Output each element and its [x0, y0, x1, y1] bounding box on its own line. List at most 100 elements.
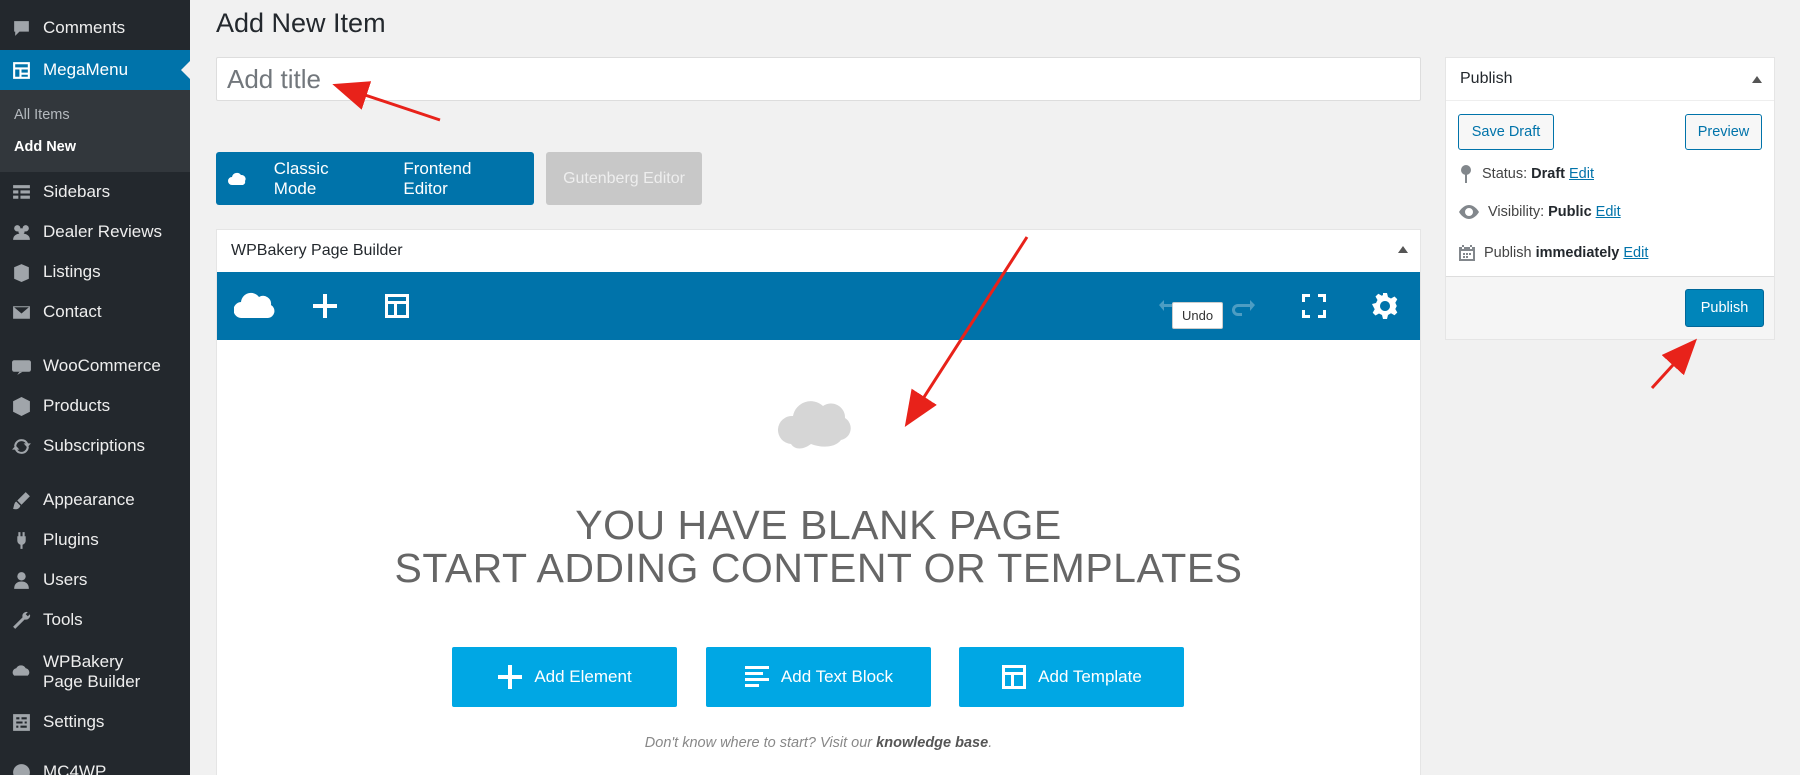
sidebar-item-label: Subscriptions: [43, 436, 146, 455]
blank-page-subheading: START ADDING CONTENT OR TEMPLATES: [394, 545, 1243, 591]
sidebar-item-label: Contact: [43, 302, 102, 321]
wpbakery-panel-title: WPBakery Page Builder: [231, 242, 403, 259]
sidebar-item-woocommerce[interactable]: WooCommerce: [0, 346, 190, 386]
mc4wp-icon: [10, 761, 32, 775]
sidebar-item-megamenu[interactable]: MegaMenu: [0, 50, 190, 90]
publish-box: Publish Save Draft Preview Status: Draft E…: [1445, 57, 1775, 340]
sidebar-item-label: MegaMenu: [43, 60, 129, 79]
publish-button[interactable]: Publish: [1685, 289, 1764, 327]
status-label: Status:: [1482, 166, 1528, 182]
status-row: Status: Draft Edit: [1458, 164, 1594, 184]
undo-tooltip: Undo: [1172, 302, 1224, 329]
publish-box-title: Publish: [1460, 70, 1513, 87]
user-icon: [10, 569, 32, 591]
add-template-button[interactable]: Add Template: [959, 647, 1184, 707]
people-icon: [10, 221, 32, 243]
fullscreen-icon[interactable]: [1294, 272, 1334, 340]
gutenberg-editor-button[interactable]: Gutenberg Editor: [546, 152, 702, 205]
wpb-mode-group: Classic Mode Frontend Editor: [216, 152, 534, 205]
sidebar-item-settings[interactable]: Settings: [0, 702, 190, 742]
megamenu-submenu: All Items Add New: [0, 90, 190, 172]
woocommerce-icon: [10, 355, 32, 377]
wpbakery-cloud-icon[interactable]: [233, 272, 277, 340]
add-element-label: Add Element: [534, 667, 632, 686]
text-block-icon: [744, 666, 769, 687]
comment-icon: [10, 17, 32, 39]
annotation-arrow-publish: [1650, 338, 1698, 390]
template-icon: [1002, 665, 1027, 689]
plus-icon: [498, 665, 523, 689]
sidebar-item-label: Dealer Reviews: [43, 222, 163, 241]
kb-suffix: .: [988, 735, 993, 751]
sidebar-item-sidebars[interactable]: Sidebars: [0, 172, 190, 212]
submenu-add-new[interactable]: Add New: [14, 139, 76, 155]
visibility-value: Public: [1548, 204, 1592, 220]
collapse-arrow-icon[interactable]: [1398, 246, 1408, 253]
sidebar-item-products[interactable]: Products: [0, 386, 190, 426]
sidebar-item-label: Comments: [43, 18, 126, 37]
visibility-row: Visibility: Public Edit: [1458, 204, 1621, 220]
sidebar-item-dealer-reviews[interactable]: Dealer Reviews: [0, 212, 190, 252]
listings-icon: [10, 261, 32, 283]
add-element-plus-icon[interactable]: [305, 272, 345, 340]
sidebar-item-label: Plugins: [43, 530, 99, 549]
publish-time-value: immediately: [1535, 245, 1620, 261]
editor-mode-bar: Classic Mode Frontend Editor Gutenberg E…: [216, 152, 702, 205]
publish-time-edit-link[interactable]: Edit: [1623, 245, 1648, 261]
templates-icon[interactable]: [377, 272, 417, 340]
sidebar-item-users[interactable]: Users: [0, 560, 190, 600]
preview-button[interactable]: Preview: [1685, 114, 1762, 150]
frontend-editor-button[interactable]: Frontend Editor: [389, 159, 534, 199]
sidebar-item-label: Appearance: [43, 490, 135, 509]
sidebar-item-contact[interactable]: Contact: [0, 292, 190, 332]
status-value: Draft: [1531, 166, 1565, 182]
sidebar-item-tools[interactable]: Tools: [0, 600, 190, 640]
eye-icon: [1459, 205, 1479, 219]
sidebar-item-subscriptions[interactable]: Subscriptions: [0, 426, 190, 466]
kb-prefix: Don't know where to start? Visit our: [644, 735, 877, 751]
wpbakery-icon: [10, 661, 32, 683]
redo-icon[interactable]: [1222, 272, 1262, 340]
submenu-all-items[interactable]: All Items: [14, 107, 70, 123]
sidebar-item-appearance[interactable]: Appearance: [0, 480, 190, 520]
box-icon: [10, 395, 32, 417]
sidebar-item-comments[interactable]: Comments: [0, 8, 190, 48]
refresh-icon: [10, 435, 32, 457]
add-text-block-button[interactable]: Add Text Block: [706, 647, 931, 707]
page-title: Add New Item: [216, 8, 386, 38]
add-element-button[interactable]: Add Element: [452, 647, 677, 707]
sidebar-item-label: Settings: [43, 712, 105, 731]
status-edit-link[interactable]: Edit: [1569, 166, 1594, 182]
add-text-block-label: Add Text Block: [780, 667, 894, 686]
sidebar-item-listings[interactable]: Listings: [0, 252, 190, 292]
sidebar-item-label: Users: [43, 570, 88, 589]
save-draft-button[interactable]: Save Draft: [1458, 114, 1554, 150]
knowledge-base-link[interactable]: knowledge base: [876, 735, 988, 751]
admin-sidebar: Comments MegaMenu All Items Add New Side…: [0, 0, 190, 775]
sidebar-item-mc4wp[interactable]: MC4WP: [0, 752, 190, 775]
sidebar-item-label: Sidebars: [43, 182, 111, 201]
sidebar-item-label: WPBakery Page Builder: [43, 652, 141, 691]
title-input[interactable]: [216, 57, 1421, 101]
sidebars-icon: [10, 181, 32, 203]
add-template-label: Add Template: [1038, 667, 1142, 686]
sidebar-item-wpbakery[interactable]: WPBakery Page Builder: [0, 650, 190, 694]
sidebar-item-label: WooCommerce: [43, 356, 161, 375]
plug-icon: [10, 529, 32, 551]
brush-icon: [10, 489, 32, 511]
wpbakery-panel: WPBakery Page Builder Undo YOU HAVE BLAN…: [216, 229, 1421, 775]
sidebar-item-plugins[interactable]: Plugins: [0, 520, 190, 560]
visibility-edit-link[interactable]: Edit: [1596, 204, 1621, 220]
gear-icon[interactable]: [1365, 272, 1405, 340]
collapse-arrow-icon[interactable]: [1752, 76, 1762, 83]
sidebar-item-label: Tools: [43, 610, 83, 629]
publish-box-header[interactable]: Publish: [1446, 58, 1774, 101]
wrench-icon: [10, 609, 32, 631]
wpbakery-panel-header[interactable]: WPBakery Page Builder: [217, 230, 1420, 272]
pin-icon: [1461, 165, 1471, 183]
blank-page-heading: YOU HAVE BLANK PAGE: [575, 502, 1062, 548]
knowledge-base-hint: Don't know where to start? Visit our kno…: [217, 735, 1420, 751]
sidebar-item-label: Listings: [43, 262, 101, 281]
settings-icon: [10, 711, 32, 733]
classic-mode-button[interactable]: Classic Mode: [260, 159, 390, 199]
